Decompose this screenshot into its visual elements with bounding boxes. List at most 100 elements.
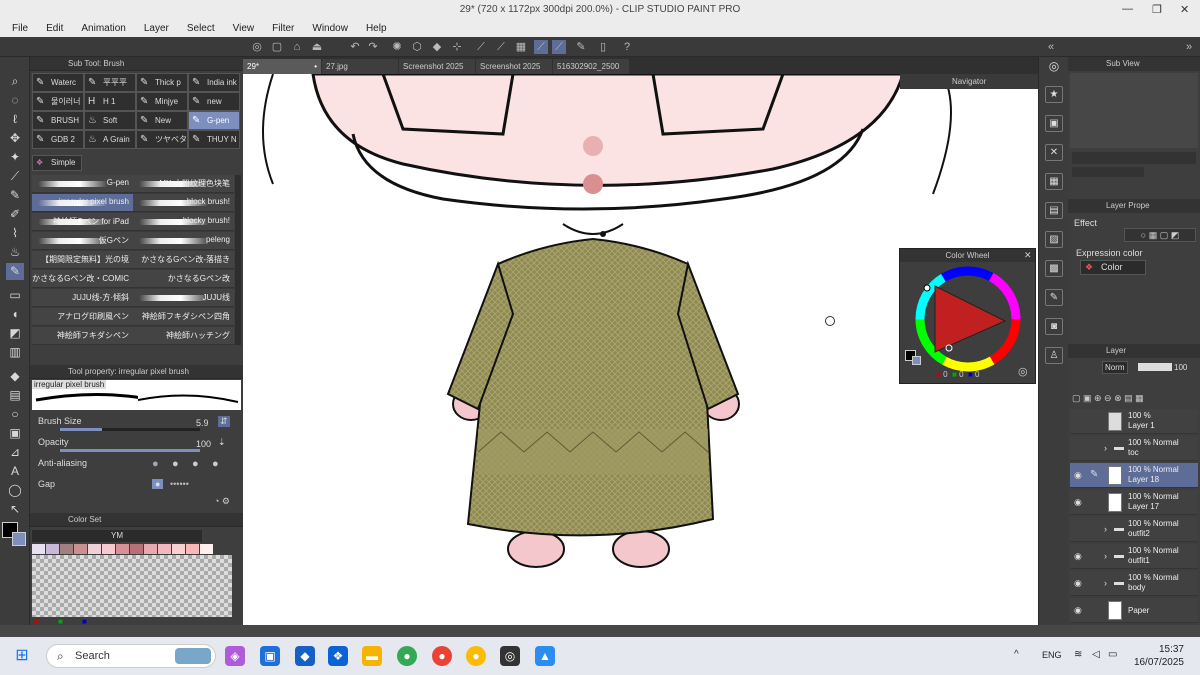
chrome-icon[interactable]: ● bbox=[397, 646, 417, 666]
gradient-icon[interactable]: ▥ bbox=[6, 344, 24, 361]
pressure-icon[interactable]: ⇵ bbox=[218, 416, 230, 427]
eyedropper-icon[interactable]: ⟋ bbox=[6, 168, 24, 185]
photos-icon[interactable]: ▲ bbox=[535, 646, 555, 666]
layer-folder-row[interactable]: › ▬ 100 % Normal outfit2 bbox=[1070, 517, 1198, 542]
wifi-icon[interactable]: ≋ bbox=[1074, 649, 1082, 660]
brush-item[interactable]: MX-水粉纹理色块笔 bbox=[133, 175, 234, 193]
chrome-profile-icon[interactable]: ● bbox=[432, 646, 452, 666]
color-swatch[interactable] bbox=[130, 544, 143, 554]
correct-line-icon[interactable]: ↖ bbox=[6, 501, 24, 518]
chrome-alt-icon[interactable]: ● bbox=[466, 646, 486, 666]
brush-item-selected[interactable]: irregular pixel brush bbox=[32, 194, 133, 212]
color-swatch[interactable] bbox=[102, 544, 115, 554]
blend-mode-select[interactable]: Norm bbox=[1102, 361, 1128, 374]
opacity-slider[interactable] bbox=[60, 449, 200, 452]
eye-icon[interactable]: ◉ bbox=[1074, 470, 1082, 481]
grid-icon[interactable]: ▦ bbox=[514, 40, 528, 54]
save-icon[interactable]: ⏏ bbox=[310, 40, 324, 54]
brush-item[interactable]: かさなるGペン改 bbox=[133, 270, 234, 288]
brush-list-scrollbar[interactable] bbox=[235, 175, 241, 345]
gradient-fill-icon[interactable]: ▤ bbox=[6, 387, 24, 404]
brush-item[interactable]: 神絵師Gペン for iPad bbox=[32, 213, 133, 231]
copilot-icon[interactable]: ◈ bbox=[225, 646, 245, 666]
brush-size-row[interactable]: Brush Size 5.9 ⇵ bbox=[38, 416, 238, 434]
store-icon[interactable]: ◆ bbox=[295, 646, 315, 666]
brush-item[interactable]: 神絵師フキダシペン bbox=[32, 327, 133, 345]
windows-start-icon[interactable]: ⊞ bbox=[12, 646, 32, 666]
eye-icon[interactable]: ◉ bbox=[1074, 497, 1082, 508]
subtool-tab[interactable]: HH 1 bbox=[84, 92, 136, 111]
opacity-slider[interactable] bbox=[1138, 363, 1172, 371]
help-icon[interactable]: ? bbox=[620, 40, 634, 54]
decoration-icon[interactable]: ✎ bbox=[6, 263, 24, 280]
brush-item[interactable]: block brush! bbox=[133, 194, 234, 212]
effect-buttons[interactable]: ○ ▦ ▢ ◩ bbox=[1124, 228, 1196, 242]
language-indicator[interactable]: ENG bbox=[1042, 650, 1062, 660]
brush-icon[interactable]: ⌇ bbox=[6, 225, 24, 242]
brush-item[interactable]: 【期間限定無料】光の境 bbox=[32, 251, 133, 269]
menu-help[interactable]: Help bbox=[366, 23, 387, 34]
subtool-tab-selected[interactable]: ✎ G-pen bbox=[188, 111, 240, 130]
item-icon[interactable]: ▤ bbox=[1045, 202, 1063, 219]
aa-strong-icon[interactable]: ● bbox=[212, 458, 219, 470]
color-swatch[interactable] bbox=[74, 544, 87, 554]
minimize-button[interactable]: — bbox=[1122, 3, 1133, 15]
close-icon[interactable]: • bbox=[314, 59, 317, 74]
transform-icon[interactable]: ⊹ bbox=[450, 40, 464, 54]
menu-edit[interactable]: Edit bbox=[46, 23, 63, 34]
layer-row[interactable]: ◉ 100 % Normal Layer 17 bbox=[1070, 490, 1198, 515]
eye-icon[interactable]: ◉ bbox=[1074, 551, 1082, 562]
brush-item[interactable]: JUJU线-方·倾斜 bbox=[32, 289, 133, 307]
aa-medium-icon[interactable]: ● bbox=[192, 458, 199, 470]
zoom-icon[interactable]: ⌕ bbox=[6, 73, 24, 90]
chevron-up-icon[interactable]: ^ bbox=[1014, 649, 1019, 660]
doc-tab[interactable]: Screenshot 2025 bbox=[476, 59, 552, 74]
text-icon[interactable]: A bbox=[6, 463, 24, 480]
brush-item[interactable]: JUJU线 bbox=[133, 289, 234, 307]
color-swatch[interactable] bbox=[158, 544, 171, 554]
brush-item[interactable]: 仮Gペン bbox=[32, 232, 133, 250]
subtool-tab[interactable]: ♨ A Grain bbox=[84, 130, 136, 149]
subtool-tab[interactable]: ✎ Thick p bbox=[136, 73, 188, 92]
layer-folder-row[interactable]: › ▬ 100 % Normal toc bbox=[1070, 436, 1198, 461]
fill-icon[interactable]: ◆ bbox=[430, 40, 444, 54]
color-set-select[interactable]: YM bbox=[32, 530, 202, 542]
redo-icon[interactable]: ↷ bbox=[366, 40, 380, 54]
gap-dots-icon[interactable]: •••••• bbox=[170, 479, 189, 489]
undo-icon[interactable]: ↶ bbox=[348, 40, 362, 54]
brush-item[interactable]: アナログ印刷風ペン bbox=[32, 308, 133, 326]
empty-swatch-grid[interactable] bbox=[32, 555, 232, 617]
layer-row[interactable]: 100 % Layer 1 bbox=[1070, 409, 1198, 434]
loading-icon[interactable]: ✺ bbox=[390, 40, 404, 54]
subtool-tab[interactable]: ✎ New bbox=[136, 111, 188, 130]
brush-item[interactable]: 神絵師フキダシペン四角 bbox=[133, 308, 234, 326]
sub-color-swatch[interactable] bbox=[12, 532, 26, 546]
figure-icon[interactable]: ♙ bbox=[1045, 347, 1063, 364]
menu-file[interactable]: File bbox=[12, 23, 28, 34]
clip-studio-icon[interactable]: ◎ bbox=[500, 646, 520, 666]
color-swatch[interactable] bbox=[116, 544, 129, 554]
subtool-tab[interactable]: ✎ THUY N bbox=[188, 130, 240, 149]
opacity-row[interactable]: Opacity 100 ⇣ bbox=[38, 437, 238, 455]
clock[interactable]: 15:37 16/07/2025 bbox=[1132, 643, 1184, 669]
brush-size-slider[interactable] bbox=[60, 428, 200, 431]
drawer-icon[interactable]: ▩ bbox=[1045, 260, 1063, 277]
subtool-tab[interactable]: ✎ India ink bbox=[188, 73, 240, 92]
subtool-tab[interactable]: ✎ new bbox=[188, 92, 240, 111]
open-icon[interactable]: ⌂ bbox=[290, 40, 304, 54]
doc-tab[interactable]: 27.jpg bbox=[322, 59, 398, 74]
ruler-icon[interactable]: ⊿ bbox=[6, 444, 24, 461]
brush-item[interactable]: 神絵師ハッチング bbox=[133, 327, 234, 345]
color-swatch[interactable] bbox=[186, 544, 199, 554]
brush-item[interactable]: G-pen bbox=[32, 175, 133, 193]
ruler-icon[interactable]: ⟋ bbox=[474, 40, 488, 54]
subtool-tab[interactable]: ✎ GDB 2 bbox=[32, 130, 84, 149]
menu-layer[interactable]: Layer bbox=[144, 23, 169, 34]
select-icon[interactable]: ◌ bbox=[6, 92, 24, 109]
clear-icon[interactable]: ⬡ bbox=[410, 40, 424, 54]
new-file-icon[interactable]: ▢ bbox=[270, 40, 284, 54]
settings-icon[interactable]: ◔ ⚙ bbox=[214, 496, 230, 507]
brush-group-tab[interactable]: ❖ Simple bbox=[32, 155, 82, 171]
color-swatch[interactable] bbox=[32, 544, 45, 554]
brush-item[interactable]: peleng bbox=[133, 232, 234, 250]
